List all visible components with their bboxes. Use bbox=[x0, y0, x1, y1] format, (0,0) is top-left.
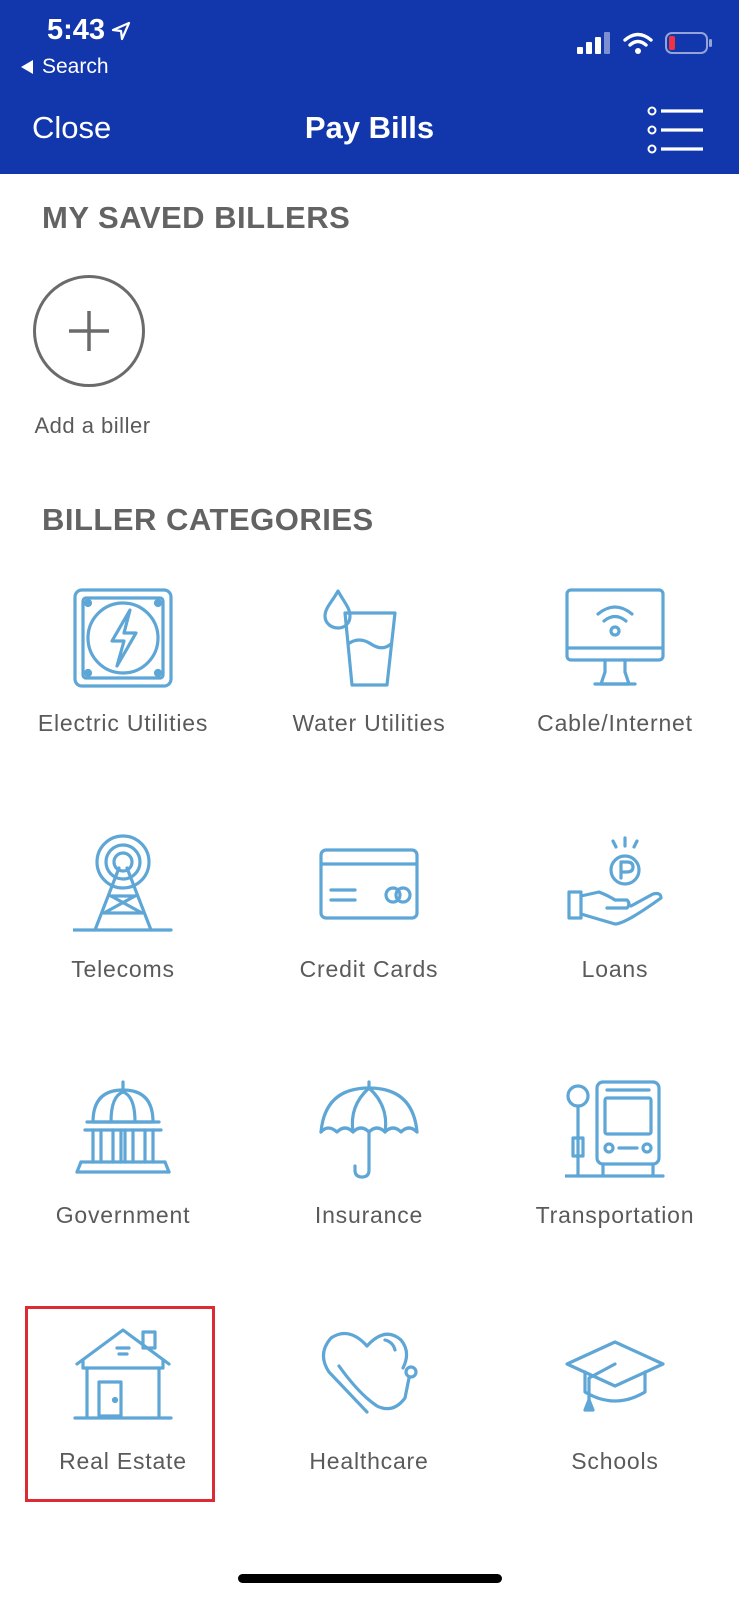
category-transportation[interactable]: Transportation bbox=[492, 1080, 738, 1300]
menu-list-icon[interactable] bbox=[647, 106, 705, 154]
signal-icon bbox=[577, 32, 610, 54]
saved-billers-heading: MY SAVED BILLERS bbox=[42, 200, 351, 235]
biller-categories-heading: BILLER CATEGORIES bbox=[42, 502, 374, 537]
category-loans[interactable]: Loans bbox=[492, 834, 738, 1054]
category-label: Loans bbox=[581, 956, 649, 982]
category-label: Electric Utilities bbox=[37, 710, 209, 736]
category-label: Telecoms bbox=[71, 956, 175, 982]
category-label: Government bbox=[55, 1202, 191, 1228]
app-header: 5:43 Search Close Pay Bills bbox=[0, 0, 739, 174]
status-time: 5:43 bbox=[47, 14, 131, 47]
graduation-cap-icon bbox=[565, 1340, 665, 1412]
plus-icon bbox=[69, 311, 109, 351]
category-electric-utilities[interactable]: Electric Utilities bbox=[0, 588, 246, 808]
category-credit-cards[interactable]: Credit Cards bbox=[246, 834, 492, 1054]
umbrella-icon bbox=[319, 1080, 419, 1179]
wifi-icon bbox=[623, 32, 653, 54]
category-label: Schools bbox=[571, 1448, 659, 1474]
add-biller-button[interactable]: Add a biller bbox=[20, 275, 165, 440]
category-real-estate[interactable]: Real Estate bbox=[0, 1326, 246, 1546]
back-to-search[interactable]: Search bbox=[20, 55, 109, 79]
loans-icon bbox=[567, 836, 663, 926]
category-label: Credit Cards bbox=[299, 956, 439, 982]
back-label: Search bbox=[42, 55, 109, 78]
category-label: Transportation bbox=[535, 1202, 695, 1228]
category-government[interactable]: Government bbox=[0, 1080, 246, 1300]
location-arrow-icon bbox=[111, 21, 131, 40]
category-healthcare[interactable]: Healthcare bbox=[246, 1326, 492, 1546]
telecoms-icon bbox=[73, 834, 173, 932]
battery-icon bbox=[665, 32, 712, 54]
electric-utilities-icon bbox=[73, 588, 173, 688]
category-water-utilities[interactable]: Water Utilities bbox=[246, 588, 492, 808]
category-insurance[interactable]: Insurance bbox=[246, 1080, 492, 1300]
house-icon bbox=[73, 1328, 173, 1420]
category-cable-internet[interactable]: Cable/Internet bbox=[492, 588, 738, 808]
transportation-icon bbox=[565, 1080, 665, 1178]
category-label: Cable/Internet bbox=[537, 710, 693, 736]
category-telecoms[interactable]: Telecoms bbox=[0, 834, 246, 1054]
government-icon bbox=[75, 1080, 171, 1174]
status-indicators bbox=[577, 32, 713, 54]
credit-card-icon bbox=[319, 848, 419, 920]
category-label: Healthcare bbox=[309, 1448, 429, 1474]
home-indicator[interactable] bbox=[238, 1574, 502, 1583]
add-biller-circle bbox=[33, 275, 145, 387]
water-utilities-icon bbox=[323, 589, 397, 687]
add-biller-label: Add a biller bbox=[34, 413, 151, 438]
category-label: Real Estate bbox=[59, 1448, 187, 1474]
healthcare-icon bbox=[321, 1331, 418, 1414]
status-time-text: 5:43 bbox=[47, 14, 106, 46]
category-label: Insurance bbox=[314, 1202, 424, 1228]
category-schools[interactable]: Schools bbox=[492, 1326, 738, 1546]
close-button[interactable]: Close bbox=[32, 110, 111, 146]
cable-internet-icon bbox=[565, 588, 665, 686]
back-triangle-icon bbox=[21, 60, 33, 74]
category-label: Water Utilities bbox=[292, 710, 446, 736]
